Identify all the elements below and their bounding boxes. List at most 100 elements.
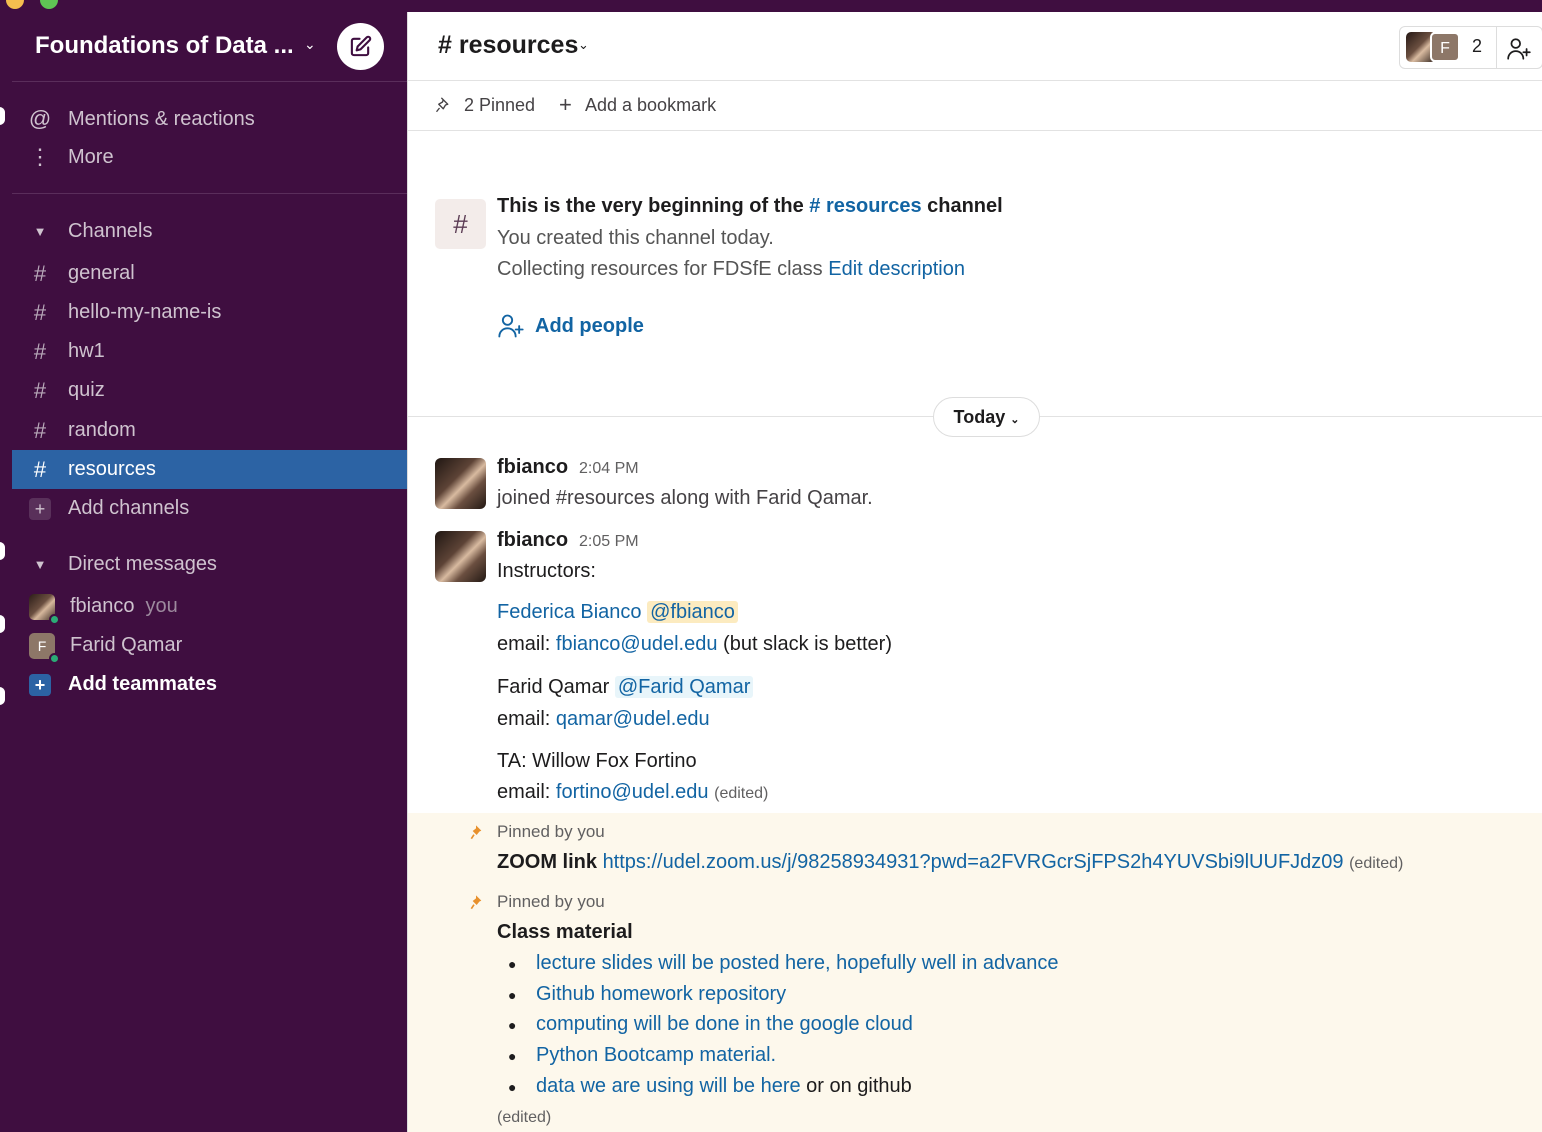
- list-item: Github homework repository: [536, 983, 786, 1006]
- add-people-label: Add people: [535, 314, 644, 337]
- add-person-icon: [498, 314, 524, 338]
- email-line: email: qamar@udel.edu: [497, 708, 710, 731]
- add-teammates-button[interactable]: + Add teammates: [12, 665, 407, 704]
- dm-label: fbianco: [70, 595, 135, 617]
- list-item: Python Bootcamp material.: [536, 1044, 776, 1067]
- edited-label: (edited): [714, 785, 769, 802]
- channel-header: # resources ⌄ F 2: [408, 12, 1542, 81]
- message-author[interactable]: fbianco: [497, 529, 568, 552]
- instructor-line: Farid Qamar @Farid Qamar: [497, 676, 754, 699]
- instructor-line: Federica Bianco @fbianco: [497, 601, 738, 624]
- hash-icon: #: [33, 338, 47, 364]
- channels-header-label: Channels: [68, 219, 153, 242]
- divider: [1496, 27, 1497, 68]
- nav-more[interactable]: ⋮ More: [12, 138, 407, 176]
- pin-icon: [470, 895, 482, 910]
- dm-section-header[interactable]: ▼ Direct messages: [12, 546, 407, 582]
- nav-mentions-reactions[interactable]: @ Mentions & reactions: [12, 100, 407, 138]
- channel-hello-my-name-is[interactable]: # hello-my-name-is: [12, 293, 407, 332]
- dm-farid-qamar[interactable]: F Farid Qamar: [12, 626, 407, 665]
- rail-indicator: [0, 615, 5, 633]
- email-label: email:: [497, 708, 551, 730]
- pinned-button[interactable]: 2 Pinned: [464, 95, 535, 116]
- message-timestamp[interactable]: 2:05 PM: [579, 533, 639, 551]
- channels-section-header[interactable]: ▼ Channels: [12, 213, 407, 249]
- channel-resources[interactable]: # resources: [12, 450, 407, 489]
- list-item-link[interactable]: data we are using will be here: [536, 1075, 801, 1097]
- dm-header-label: Direct messages: [68, 552, 217, 575]
- avatar[interactable]: [435, 531, 486, 582]
- avatar: [29, 593, 60, 625]
- message-timestamp[interactable]: 2:04 PM: [579, 460, 639, 478]
- add-channels-button[interactable]: + Add channels: [12, 489, 407, 528]
- nav-label: Mentions & reactions: [68, 107, 255, 130]
- bookmarks-bar: 2 Pinned + Add a bookmark: [408, 81, 1542, 131]
- channel-general[interactable]: # general: [12, 254, 407, 293]
- bullet-icon: ●: [508, 1017, 517, 1033]
- email-label: email:: [497, 633, 551, 655]
- rail-indicator: [0, 107, 5, 125]
- list-item: data we are using will be here or on git…: [536, 1075, 912, 1098]
- channel-title[interactable]: # resources: [438, 31, 578, 60]
- intro-title-prefix: This is the very beginning of the: [497, 195, 804, 217]
- members-button[interactable]: F 2: [1399, 26, 1542, 69]
- channel-hw1[interactable]: # hw1: [12, 332, 407, 371]
- email-link[interactable]: qamar@udel.edu: [556, 708, 710, 730]
- email-line: email: fortino@udel.edu (edited): [497, 781, 768, 804]
- compose-button[interactable]: [337, 23, 384, 70]
- user-mention[interactable]: @Farid Qamar: [614, 676, 754, 698]
- channel-view: # resources ⌄ F 2 2 Pinned + Add a bookm…: [407, 12, 1542, 1132]
- chevron-down-icon[interactable]: ⌄: [304, 36, 316, 53]
- workspace-rail: [0, 12, 12, 1132]
- description-text: Collecting resources for FDSfE class: [497, 258, 823, 280]
- message-text: joined #resources along with Farid Qamar…: [497, 487, 873, 509]
- nav-label: More: [68, 145, 114, 168]
- presence-indicator: [49, 613, 60, 625]
- workspace-name[interactable]: Foundations of Data ...: [35, 32, 294, 60]
- more-icon: ⋮: [29, 144, 51, 169]
- list-item-link[interactable]: Python Bootcamp material.: [536, 1044, 776, 1066]
- zoom-link[interactable]: https://udel.zoom.us/j/98258934931?pwd=a…: [603, 851, 1344, 873]
- email-link[interactable]: fbianco@udel.edu: [556, 633, 718, 655]
- zoom-label: ZOOM link: [497, 851, 597, 873]
- add-bookmark-button[interactable]: Add a bookmark: [585, 95, 716, 116]
- channel-link[interactable]: # resources: [809, 195, 921, 217]
- chevron-down-icon[interactable]: ⌄: [578, 37, 589, 53]
- avatar: F: [29, 632, 60, 664]
- channel-label: general: [68, 262, 135, 284]
- pinned-by-label: Pinned by you: [497, 892, 605, 911]
- list-item-link[interactable]: computing will be done in the google clo…: [536, 1013, 913, 1035]
- caret-down-icon[interactable]: ▼: [12, 557, 68, 572]
- day-divider-button[interactable]: Today ⌄: [933, 397, 1040, 437]
- email-link[interactable]: fortino@udel.edu: [556, 781, 709, 803]
- edit-description-link[interactable]: Edit description: [828, 258, 965, 280]
- dm-fbianco[interactable]: fbianco you: [12, 587, 407, 626]
- channel-random[interactable]: # random: [12, 411, 407, 450]
- email-line: email: fbianco@udel.edu (but slack is be…: [497, 633, 892, 656]
- class-material-heading: Class material: [497, 921, 633, 943]
- message-heading: Instructors:: [497, 560, 596, 582]
- list-item-link[interactable]: Github homework repository: [536, 983, 786, 1005]
- avatar[interactable]: [435, 458, 486, 509]
- caret-down-icon[interactable]: ▼: [12, 224, 68, 239]
- pinned-by-label: Pinned by you: [497, 822, 605, 841]
- workspace-header[interactable]: Foundations of Data ... ⌄: [12, 12, 407, 82]
- member-count: 2: [1472, 36, 1483, 56]
- you-label: you: [145, 595, 178, 617]
- list-item-link[interactable]: lecture slides will be posted here, hope…: [536, 952, 1059, 974]
- channel-quiz[interactable]: # quiz: [12, 371, 407, 410]
- zoom-window-button[interactable]: [40, 0, 58, 9]
- instructor-link[interactable]: Federica Bianco: [497, 601, 642, 623]
- add-member-icon[interactable]: [1506, 36, 1532, 62]
- intro-title: This is the very beginning of the # reso…: [497, 195, 1003, 218]
- bullet-icon: ●: [508, 956, 517, 972]
- minimize-window-button[interactable]: [6, 0, 24, 9]
- message-author[interactable]: fbianco: [497, 456, 568, 479]
- compose-icon: [350, 35, 372, 57]
- add-people-button[interactable]: Add people: [497, 312, 644, 340]
- channel-label: hello-my-name-is: [68, 301, 222, 323]
- bullet-icon: ●: [508, 1048, 517, 1064]
- bullet-icon: ●: [508, 1079, 517, 1095]
- user-mention[interactable]: @fbianco: [647, 601, 738, 623]
- plus-icon[interactable]: +: [559, 92, 572, 118]
